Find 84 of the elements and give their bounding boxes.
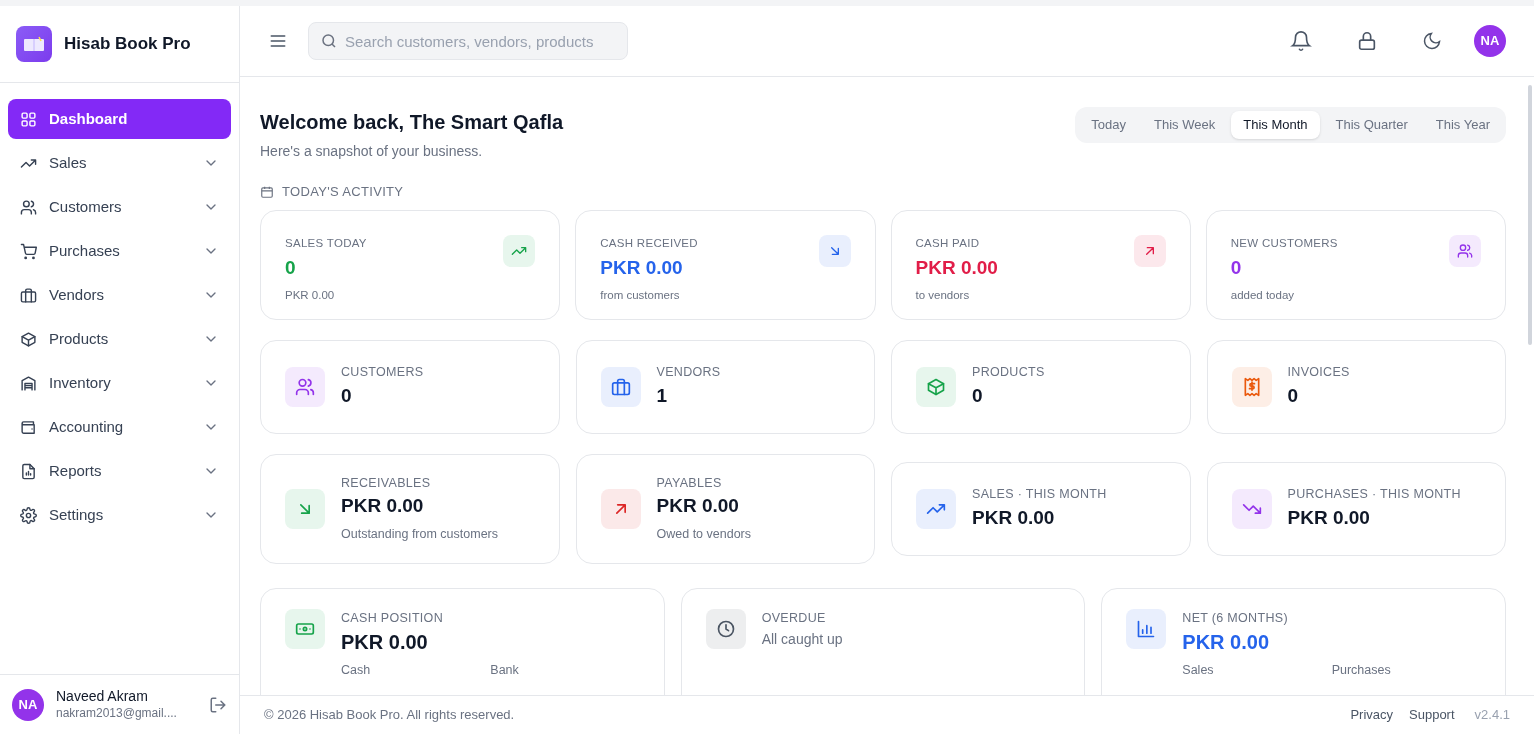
sidebar-item[interactable]: Vendors: [8, 275, 231, 315]
footer-link[interactable]: Support: [1409, 705, 1455, 725]
warehouse-icon: [20, 374, 37, 392]
stat-value: 0: [1230, 255, 1243, 280]
stat-label: CASH PAID: [915, 235, 981, 251]
logout-icon[interactable]: [209, 695, 227, 714]
stat-label: CUSTOMERS: [341, 363, 424, 381]
stat-label: PURCHASES · THIS MONTH: [1287, 485, 1461, 503]
logo-icon: [16, 26, 52, 62]
stat-note: from customers: [600, 288, 681, 304]
sidebar-item[interactable]: Sales: [8, 143, 231, 183]
user-avatar[interactable]: NA: [12, 688, 44, 721]
section-heading: TODAY'S ACTIVITY: [282, 183, 404, 201]
stat-value: PKR 0.00: [1287, 505, 1371, 530]
footer-link[interactable]: Privacy: [1350, 705, 1394, 725]
user-email: nakram2013@gmail....: [56, 705, 178, 721]
stat-value: PKR 0.00: [600, 255, 684, 280]
period-tab[interactable]: This Week: [1142, 111, 1228, 139]
stat-value: 0: [972, 383, 984, 408]
sidebar-item[interactable]: Customers: [8, 187, 231, 227]
stat-label: SALES TODAY: [285, 235, 368, 251]
stat-label: PRODUCTS: [972, 363, 1045, 381]
stat-value: 0: [1287, 383, 1300, 408]
app-name: Hisab Book Pro: [64, 33, 191, 56]
stat-value: PKR 0.00: [656, 494, 740, 519]
stat-value: PKR 0.00: [972, 505, 1056, 530]
stat-label: RECEIVABLES: [341, 474, 432, 492]
stat-value: PKR 0.00: [1182, 630, 1271, 656]
stat-note: to vendors: [915, 288, 971, 304]
stat-label: Purchases: [1331, 662, 1392, 680]
stat-note: Owed to vendors: [656, 525, 751, 543]
search-icon: [320, 32, 338, 50]
period-tab[interactable]: This Year: [1423, 111, 1502, 139]
stat-label: CASH POSITION: [341, 609, 444, 627]
sidebar-item[interactable]: Products: [8, 319, 231, 359]
stat-label: Bank: [490, 662, 520, 680]
stat-label: SALES · THIS MONTH: [972, 485, 1107, 503]
stat-label: NEW CUSTOMERS: [1230, 235, 1339, 251]
sidebar-item[interactable]: Dashboard: [8, 99, 231, 139]
stat-note: Outstanding from customers: [341, 525, 498, 543]
stat-note: PKR 0.00: [285, 288, 336, 304]
stat-note: All caught up: [761, 630, 844, 650]
calendar-icon: [260, 184, 274, 199]
stat-value: PKR 0.00: [341, 494, 425, 519]
stat-label: NET (6 MONTHS): [1182, 609, 1289, 627]
stat-value: 0: [341, 383, 353, 408]
welcome-title: Welcome back, The Smart Qafla: [260, 110, 564, 135]
stat-note: added today: [1230, 288, 1296, 304]
user-name: Naveed Akram: [56, 688, 149, 706]
stat-value: PKR 0.00: [915, 255, 999, 280]
period-tab[interactable]: This Month: [1231, 111, 1320, 139]
search-field[interactable]: Search customers, vendors, products: [308, 22, 628, 60]
period-tab[interactable]: This Quarter: [1323, 111, 1420, 139]
briefcase-icon: [20, 286, 37, 304]
stat-label: Cash: [341, 662, 372, 680]
settings-icon: [20, 506, 37, 524]
grid-icon: [20, 110, 37, 128]
copyright-text: © 2026 Hisab Book Pro. All rights reserved.: [264, 706, 515, 725]
sidebar-item[interactable]: Settings: [8, 495, 231, 535]
box-icon: [20, 330, 37, 348]
users-icon: [20, 198, 37, 216]
user-avatar[interactable]: NA: [1474, 25, 1506, 57]
stat-label: Sales: [1182, 662, 1215, 680]
sidebar-item[interactable]: Accounting: [8, 407, 231, 447]
welcome-subtitle: Here's a snapshot of your business.: [260, 142, 484, 161]
lock-icon[interactable]: [1356, 30, 1378, 52]
stat-value: 1: [656, 383, 669, 408]
stat-value: 0: [285, 255, 297, 280]
moon-icon[interactable]: [1422, 31, 1442, 51]
stat-label: VENDORS: [656, 363, 721, 381]
notification-bell-icon[interactable]: [1290, 30, 1312, 52]
wallet-icon: [20, 418, 37, 436]
sidebar-item[interactable]: Inventory: [8, 363, 231, 403]
stat-label: CASH RECEIVED: [600, 235, 699, 251]
sidebar-item[interactable]: Purchases: [8, 231, 231, 271]
cart-icon: [20, 242, 37, 260]
version-text: v2.4.1: [1474, 706, 1510, 725]
stat-value: PKR 0.00: [341, 630, 429, 656]
stat-label: PAYABLES: [656, 474, 723, 492]
period-tab[interactable]: Today: [1079, 111, 1139, 139]
sidebar-item[interactable]: Reports: [8, 451, 231, 491]
report-icon: [20, 462, 37, 480]
stat-label: OVERDUE: [761, 609, 827, 627]
stat-label: INVOICES: [1287, 363, 1350, 381]
